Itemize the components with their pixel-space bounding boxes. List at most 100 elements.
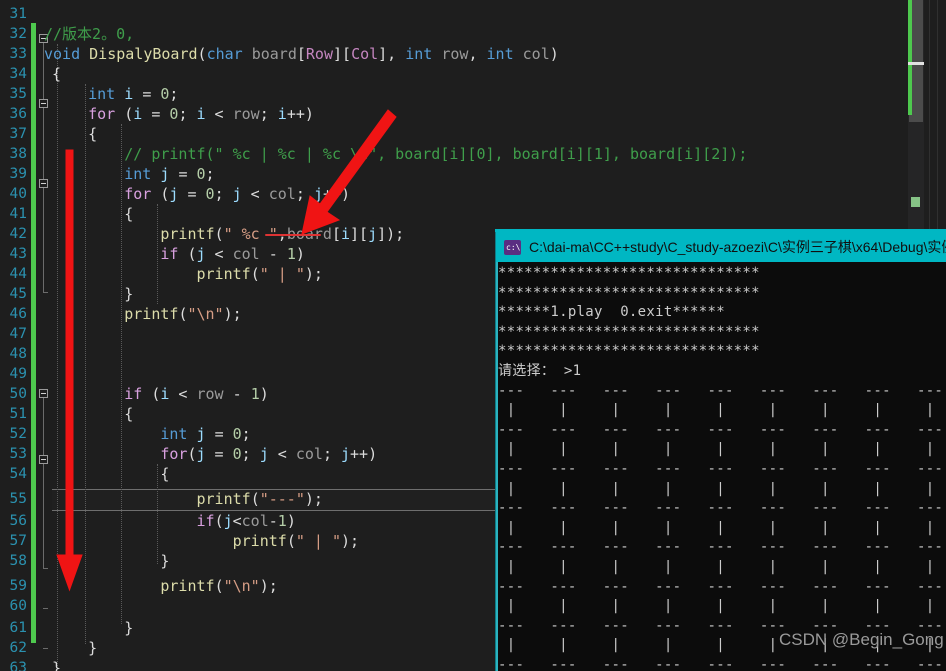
console-window[interactable]: C:\dai-ma\CC++study\C_study-azoezi\C\实例三…: [495, 232, 946, 671]
indent-guide: [121, 124, 122, 624]
line-number: 57: [9, 533, 27, 549]
fold-toggle-icon[interactable]: [39, 34, 48, 43]
csdn-watermark: CSDN @Begin_Gong: [779, 630, 944, 649]
line-number: 46: [9, 306, 27, 322]
board-dash-row: --- --- --- --- --- --- --- --- --- ---: [498, 539, 946, 556]
board-dash-row: --- --- --- --- --- --- --- --- --- ---: [498, 421, 946, 438]
line-number: 35: [9, 86, 27, 102]
screenshot-root: //版本2。0, void DispalyBoard(char board[Ro…: [0, 0, 946, 671]
board-bar-row: | | | | | | | | | |: [506, 519, 935, 536]
line-numbers: 31 32 33 34 35 36 37 38 39 40 41 42 43 44 45 46 47 48 49 50…: [0, 0, 30, 671]
code-line: printf(" %c ",board[i][j]);: [160, 225, 405, 243]
board-bar-row: | | | | | | | | | |: [506, 480, 935, 497]
board-bar-row: | | | | | | | | | |: [506, 402, 935, 419]
code-line: printf(" | ");: [232, 532, 360, 550]
code-line: //版本2。0,: [44, 25, 135, 43]
fold-range-line: [43, 43, 44, 103]
line-number: 36: [9, 106, 27, 122]
line-number: 31: [9, 6, 27, 22]
code-line: }: [52, 552, 170, 570]
fold-range-line: [43, 398, 44, 456]
board-bar-row: | | | | | | | | | |: [506, 441, 935, 458]
code-line: {: [52, 125, 98, 143]
board-dash-row: --- --- --- --- --- --- --- --- --- ---: [498, 382, 946, 399]
line-number: 56: [9, 513, 27, 529]
line-number: 38: [9, 146, 27, 162]
code-line: for(j = 0; j < col; j++): [160, 445, 378, 463]
indent-guide: [157, 204, 158, 304]
code-line: int i = 0;: [88, 85, 179, 103]
line-number: 58: [9, 553, 27, 569]
console-line: ******************************: [498, 343, 760, 360]
board-dash-row: --- --- --- --- --- --- --- --- --- ---: [498, 500, 946, 517]
outlining-column[interactable]: [37, 0, 51, 671]
line-number: 45: [9, 286, 27, 302]
board-dash-row: --- --- --- --- --- --- --- --- --- ---: [498, 656, 946, 671]
code-line: if (j < col - 1): [160, 245, 305, 263]
fold-range-end: [43, 568, 48, 569]
line-number: 32: [9, 26, 27, 42]
console-app-icon: [504, 239, 521, 255]
fold-toggle-icon[interactable]: [39, 179, 48, 188]
console-line: ******************************: [498, 265, 760, 281]
line-number: 47: [9, 326, 27, 342]
line-number: 37: [9, 126, 27, 142]
console-line: ******************************: [498, 323, 760, 340]
fold-range-end: [43, 608, 48, 609]
line-number: 50: [9, 386, 27, 402]
board-bar-row: | | | | | | | | | |: [506, 558, 935, 575]
indent-guide: [85, 84, 86, 644]
line-number: 61: [9, 620, 27, 636]
line-number: 51: [9, 406, 27, 422]
line-number: 54: [9, 466, 27, 482]
line-number: 49: [9, 366, 27, 382]
line-number: 42: [9, 226, 27, 242]
indent-guide: [57, 44, 58, 666]
line-number: 55: [9, 491, 27, 507]
line-number: 63: [9, 660, 27, 671]
line-number: 60: [9, 598, 27, 614]
code-line: for (i = 0; i < row; i++): [88, 105, 314, 123]
console-title-text: C:\dai-ma\CC++study\C_study-azoezi\C\实例三…: [529, 239, 946, 255]
indent-guide: [157, 464, 158, 564]
fold-toggle-icon[interactable]: [39, 99, 48, 108]
line-number: 43: [9, 246, 27, 262]
line-number: 59: [9, 578, 27, 594]
line-number: 48: [9, 346, 27, 362]
line-number: 62: [9, 640, 27, 656]
line-number: 52: [9, 426, 27, 442]
code-line: int j = 0;: [160, 425, 251, 443]
fold-toggle-icon[interactable]: [39, 455, 48, 464]
scrollbar-change-dot: [911, 197, 920, 207]
line-number: 39: [9, 166, 27, 182]
code-line: }: [52, 639, 98, 657]
console-left-border: [496, 262, 498, 671]
line-number: 33: [9, 46, 27, 62]
console-line: 请选择： >1: [498, 362, 582, 379]
fold-toggle-icon[interactable]: [39, 389, 48, 398]
code-line: int j = 0;: [124, 165, 215, 183]
code-line: printf("\n");: [124, 305, 242, 323]
console-line: ******1.play 0.exit******: [498, 304, 725, 321]
scrollbar-change-marker: [908, 0, 912, 115]
fold-range-end: [43, 648, 48, 649]
code-line: printf(" | ");: [196, 265, 323, 283]
console-line: ******************************: [498, 284, 760, 301]
fold-range-line: [43, 464, 44, 569]
change-indicator-bar: [31, 23, 36, 643]
fold-range-end: [43, 292, 48, 293]
line-number: 41: [9, 206, 27, 222]
console-text-lines: ****************************** **********…: [498, 264, 946, 671]
code-line: void DispalyBoard(char board[Row][Col], …: [44, 45, 559, 63]
fold-range-line: [43, 108, 44, 180]
scrollbar-caret-marker: [908, 62, 924, 65]
fold-range-line: [43, 188, 44, 293]
code-line: if(j<col-1): [196, 512, 296, 530]
console-output[interactable]: ****************************** **********…: [496, 262, 946, 671]
line-number: 34: [9, 66, 27, 82]
code-line: for (j = 0; j < col; j++): [124, 185, 351, 203]
board-dash-row: --- --- --- --- --- --- --- --- --- ---: [498, 460, 946, 477]
console-title-bar[interactable]: C:\dai-ma\CC++study\C_study-azoezi\C\实例三…: [496, 232, 946, 262]
board-dash-row: --- --- --- --- --- --- --- --- --- ---: [498, 578, 946, 595]
board-bar-row: | | | | | | | | | |: [506, 598, 935, 615]
